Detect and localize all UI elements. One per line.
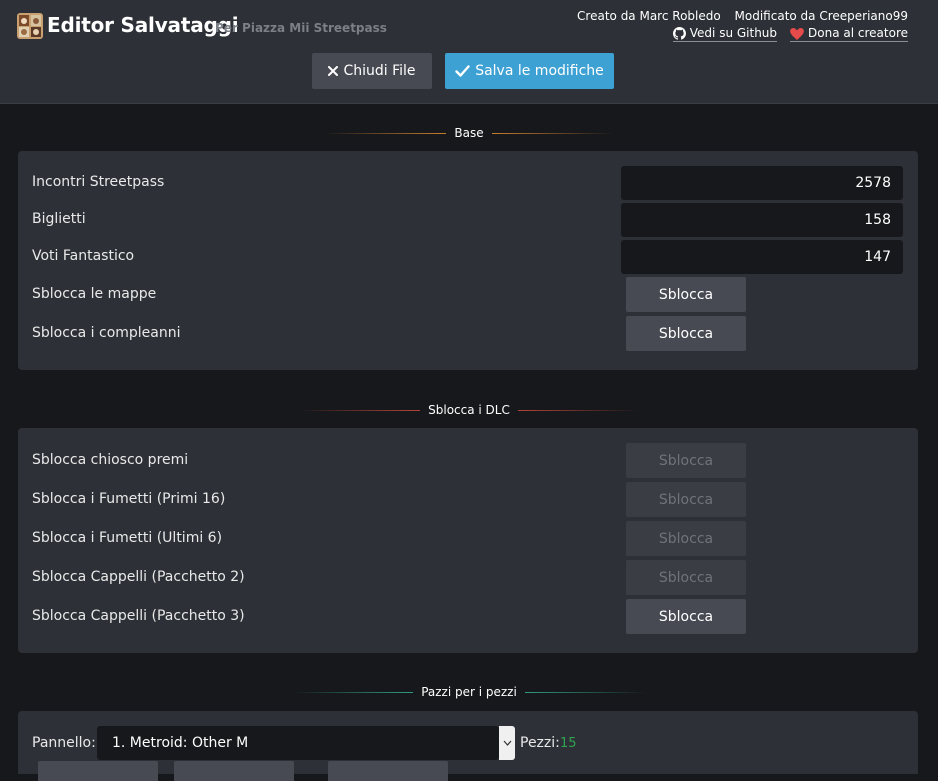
unlock-birthdays-button[interactable]: Sblocca	[626, 316, 746, 351]
tickets-input[interactable]: 158	[621, 203, 903, 237]
save-changes-button[interactable]: Salva le modifiche	[445, 53, 614, 89]
check-icon	[455, 65, 470, 77]
unlock-hats-pack2-label: Sblocca Cappelli (Pacchetto 2)	[32, 569, 245, 585]
divider-line	[524, 691, 647, 693]
pieces-panel: Pannello: 1. Metroid: Other M Pezzi: 15	[18, 711, 918, 781]
base-panel: Incontri Streetpass 2578 Biglietti 158 V…	[18, 151, 918, 370]
streetpass-encounters-input[interactable]: 2578	[621, 166, 903, 200]
panel-select-label: Pannello:	[32, 735, 96, 751]
pieces-label: Pezzi:	[520, 735, 560, 751]
fantastic-votes-input[interactable]: 147	[621, 240, 903, 274]
github-link-label: Vedi su Github	[689, 26, 778, 40]
donate-link-label: Dona al creatore	[808, 26, 908, 40]
unlock-comics-last-label: Sblocca i Fumetti (Ultimi 6)	[32, 530, 223, 546]
dlc-panel: Sblocca chiosco premi Sblocca Sblocca i …	[18, 428, 918, 653]
tickets-label: Biglietti	[32, 211, 86, 227]
save-changes-label: Salva le modifiche	[475, 63, 604, 79]
unlock-comics-first-button[interactable]: Sblocca	[626, 482, 746, 517]
piece-button[interactable]	[328, 761, 448, 781]
unlock-hats-pack3-label: Sblocca Cappelli (Pacchetto 3)	[32, 608, 245, 624]
chevron-down-icon[interactable]	[499, 726, 515, 760]
close-file-label: Chiudi File	[343, 63, 416, 79]
created-by-text: Creato da Marc Robledo	[577, 9, 721, 23]
modified-by-text: Modificato da Creeperiano99	[734, 9, 908, 23]
header-links: Vedi su Github Dona al creatore	[672, 26, 908, 42]
close-icon	[328, 66, 339, 76]
unlock-hats-pack2-button[interactable]: Sblocca	[626, 560, 746, 595]
app-header: Editor Salvataggi Per Piazza Mii Streetp…	[0, 0, 938, 104]
unlock-prize-kiosk-button[interactable]: Sblocca	[626, 443, 746, 478]
github-icon	[672, 27, 686, 40]
donate-link[interactable]: Dona al creatore	[790, 27, 908, 42]
heart-icon	[790, 27, 804, 40]
section-label: Pazzi per i pezzi	[421, 685, 517, 699]
fantastic-votes-label: Voti Fantastico	[32, 248, 135, 264]
panel-select[interactable]: 1. Metroid: Other M	[97, 726, 499, 760]
app-subtitle: Per Piazza Mii Streetpass	[215, 21, 387, 35]
piece-button[interactable]	[174, 761, 294, 781]
section-label: Base	[454, 126, 484, 140]
divider-line	[324, 132, 447, 134]
app-title: Editor Salvataggi	[47, 13, 239, 37]
divider-line	[491, 132, 614, 134]
section-title-dlc: Sblocca i DLC	[0, 403, 938, 417]
unlock-hats-pack3-button[interactable]: Sblocca	[626, 599, 746, 634]
divider-line	[517, 409, 640, 411]
github-link[interactable]: Vedi su Github	[672, 26, 778, 42]
unlock-prize-kiosk-label: Sblocca chiosco premi	[32, 452, 189, 468]
divider-line	[298, 409, 421, 411]
pieces-count: 15	[560, 736, 577, 751]
streetpass-encounters-label: Incontri Streetpass	[32, 174, 165, 190]
piece-button[interactable]	[38, 761, 158, 781]
app-logo-icon	[17, 13, 43, 39]
unlock-comics-first-label: Sblocca i Fumetti (Primi 16)	[32, 491, 226, 507]
unlock-maps-button[interactable]: Sblocca	[626, 277, 746, 312]
unlock-maps-label: Sblocca le mappe	[32, 286, 157, 302]
section-label: Sblocca i DLC	[428, 403, 510, 417]
section-title-base: Base	[0, 126, 938, 140]
unlock-birthdays-label: Sblocca i compleanni	[32, 325, 181, 341]
section-title-pieces: Pazzi per i pezzi	[0, 685, 938, 699]
divider-line	[291, 691, 414, 693]
unlock-comics-last-button[interactable]: Sblocca	[626, 521, 746, 556]
credits: Creato da Marc Robledo Modificato da Cre…	[577, 9, 908, 23]
close-file-button[interactable]: Chiudi File	[312, 53, 432, 89]
